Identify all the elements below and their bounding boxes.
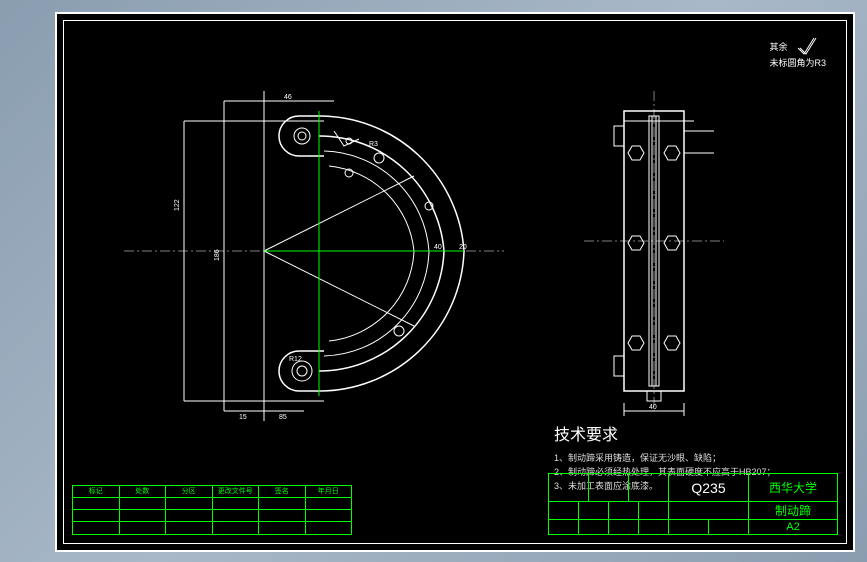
hex-bolt-icon-r — [664, 146, 680, 350]
dim-46: 46 — [284, 94, 292, 101]
drawing-frame: 其余 未标圆角为R3 — [55, 12, 855, 552]
dim-40a: 40 — [434, 244, 442, 251]
dim-15: 15 — [239, 414, 247, 421]
drawing-canvas: 其余 未标圆角为R3 — [64, 21, 846, 543]
dim-85b: 85 — [279, 414, 287, 421]
rev-header: 签名 — [259, 486, 306, 497]
dim-r3: R3 — [369, 141, 378, 148]
rev-header: 更改文件号 — [213, 486, 260, 497]
dim-side-40: 40 — [649, 404, 657, 411]
tech-req-title: 技术要求 — [554, 421, 776, 445]
part-name: 制动蹄 — [749, 502, 837, 519]
revision-table: 标记 处数 分区 更改文件号 签名 年月日 — [72, 485, 352, 535]
main-orthographic-view: 46 15 85 122 186 40 20 R3 R12 — [124, 61, 504, 431]
surface-radius-spec: 未标圆角为R3 — [769, 56, 826, 69]
surface-finish-note: 其余 未标圆角为R3 — [769, 36, 826, 69]
rev-header: 处数 — [120, 486, 167, 497]
surface-symbol-icon — [796, 36, 826, 56]
dim-r12: R12 — [289, 356, 302, 363]
dim-186: 186 — [214, 249, 221, 261]
rev-header: 年月日 — [306, 486, 352, 497]
side-orthographic-view: 40 — [564, 91, 744, 411]
dim-20: 20 — [459, 244, 467, 251]
rev-header: 标记 — [73, 486, 120, 497]
main-view-svg: 46 15 85 122 186 40 20 R3 R12 — [124, 61, 504, 431]
tech-req-item: 1、制动蹄采用铸造，保证无沙眼、缺陷； — [554, 451, 776, 465]
hex-bolt-icon — [628, 146, 644, 350]
material-label: Q235 — [691, 480, 725, 496]
surface-rest-label: 其余 — [769, 40, 787, 53]
side-view-svg: 40 — [564, 91, 744, 431]
inner-border: 其余 未标圆角为R3 — [63, 20, 847, 544]
dim-122: 122 — [174, 199, 181, 211]
rev-header: 分区 — [166, 486, 213, 497]
title-block: Q235 西华大学 制动蹄 — [548, 473, 838, 535]
sheet-size: A2 — [749, 520, 837, 534]
university-name: 西华大学 — [749, 474, 837, 501]
